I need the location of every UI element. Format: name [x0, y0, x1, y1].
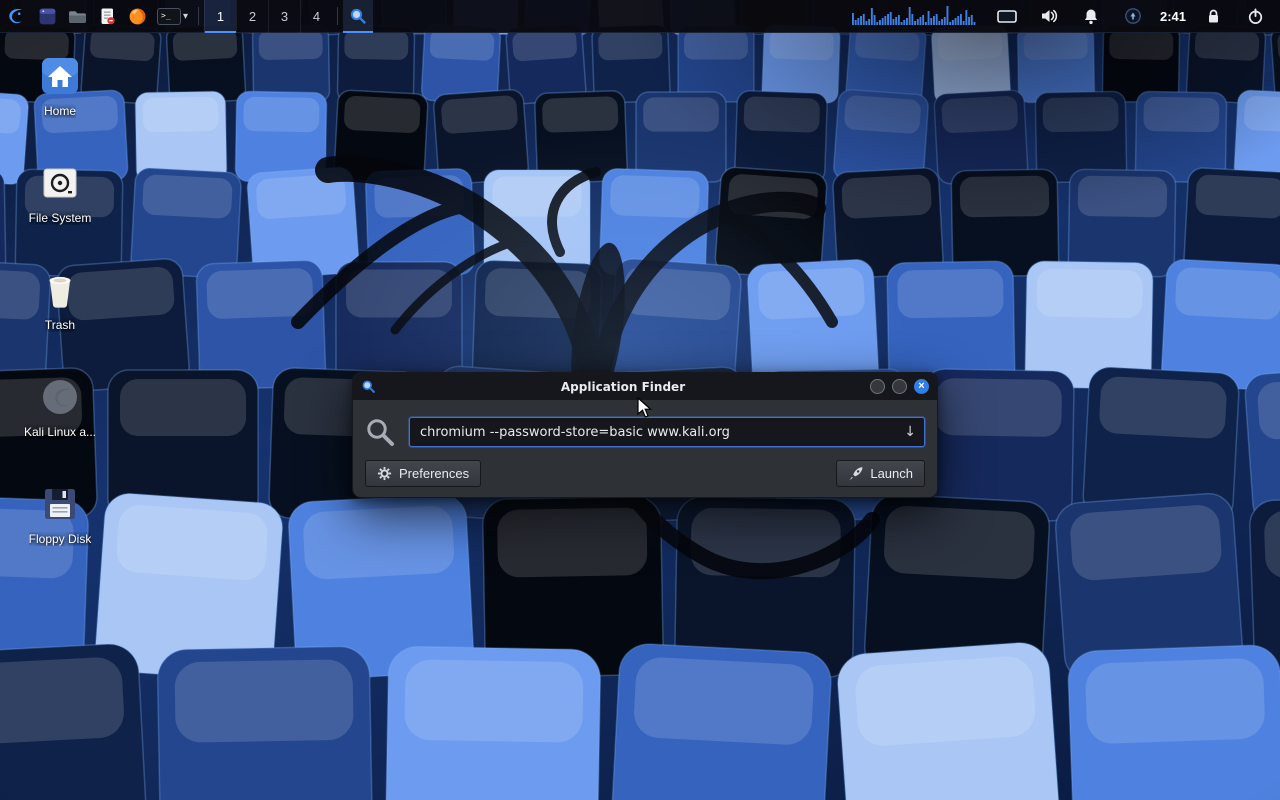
- close-button[interactable]: ×: [914, 379, 929, 394]
- minimize-button[interactable]: [870, 379, 885, 394]
- top-panel: >_ ▾ 1 2 3 4: [0, 0, 1280, 33]
- desktop-icon-trash[interactable]: Trash: [12, 269, 108, 332]
- kali-menu-button[interactable]: [0, 0, 32, 33]
- notifications-indicator[interactable]: [1076, 0, 1106, 33]
- workspace-2[interactable]: 2: [236, 0, 268, 33]
- panel-separator: [337, 7, 338, 25]
- terminal-prompt-glyph: >_: [161, 12, 171, 20]
- finder-titlebar[interactable]: Application Finder ×: [353, 373, 937, 400]
- desktop-icon-floppy-disk[interactable]: Floppy Disk: [12, 483, 108, 546]
- application-finder-window: Application Finder × ↓: [352, 372, 938, 498]
- folder-icon: [68, 8, 87, 25]
- preferences-label: Preferences: [399, 466, 469, 481]
- finder-task-icon: [349, 7, 367, 25]
- taskbar-application-finder[interactable]: [343, 0, 373, 33]
- panel-right: 2:41: [850, 0, 1280, 32]
- desktop-icon-home[interactable]: Home: [12, 55, 108, 118]
- finder-window-icon: [361, 379, 376, 394]
- desktop-icon-label: Trash: [45, 318, 75, 332]
- launcher-files[interactable]: [32, 0, 62, 33]
- finder-buttons: Preferences Launch: [365, 460, 925, 487]
- home-icon: [39, 55, 81, 97]
- finder-title: Application Finder: [382, 380, 864, 394]
- display-icon: [997, 9, 1017, 24]
- workspace-3[interactable]: 3: [268, 0, 300, 33]
- maximize-button[interactable]: [892, 379, 907, 394]
- desktop: >_ ▾ 1 2 3 4: [0, 0, 1280, 800]
- preferences-button[interactable]: Preferences: [365, 460, 481, 487]
- app-window-icon: [38, 7, 57, 26]
- launcher-terminal[interactable]: >_ ▾: [152, 0, 193, 33]
- workspace-1[interactable]: 1: [204, 0, 236, 33]
- logout-button[interactable]: [1240, 0, 1270, 33]
- network-indicator[interactable]: [1118, 0, 1148, 33]
- launcher-file-manager[interactable]: [62, 0, 92, 33]
- network-icon: [1124, 7, 1142, 25]
- lock-icon: [1206, 8, 1221, 25]
- panel-separator: [198, 7, 199, 25]
- bell-icon: [1083, 8, 1099, 25]
- kali-logo-icon: [5, 5, 27, 27]
- finder-body: ↓ Preferences: [353, 400, 937, 499]
- desktop-icon-label: Kali Linux a...: [24, 425, 96, 439]
- screen-lock-indicator[interactable]: [1198, 0, 1228, 33]
- desktop-icon-label: File System: [29, 211, 92, 225]
- command-input-wrap: ↓: [409, 417, 925, 447]
- workspace-4[interactable]: 4: [300, 0, 332, 33]
- gear-icon: [377, 466, 392, 481]
- chevron-down-icon[interactable]: ▾: [183, 11, 188, 22]
- firefox-icon: [128, 7, 147, 26]
- launcher-firefox[interactable]: [122, 0, 152, 33]
- kali-badge-icon: [39, 376, 81, 418]
- volume-indicator[interactable]: [1034, 0, 1064, 33]
- close-icon: ×: [918, 381, 924, 392]
- search-row: ↓: [365, 417, 925, 447]
- launch-icon: [848, 466, 863, 481]
- panel-left: >_ ▾ 1 2 3 4: [0, 0, 373, 32]
- speaker-icon: [1040, 8, 1058, 24]
- document-icon: [98, 7, 116, 26]
- terminal-icon: >_: [157, 8, 181, 25]
- desktop-icon-label: Home: [44, 104, 76, 118]
- display-indicator[interactable]: [992, 0, 1022, 33]
- launcher-text-editor[interactable]: [92, 0, 122, 33]
- launch-label: Launch: [870, 466, 913, 481]
- desktop-icon-file-system[interactable]: File System: [12, 162, 108, 225]
- command-input[interactable]: [409, 417, 925, 447]
- desktop-icon-label: Floppy Disk: [29, 532, 92, 546]
- floppy-icon: [39, 483, 81, 525]
- cpu-graph[interactable]: [850, 4, 980, 28]
- titlebar-buttons: ×: [870, 379, 929, 394]
- clock[interactable]: 2:41: [1160, 9, 1186, 24]
- launch-button[interactable]: Launch: [836, 460, 925, 487]
- desktop-icon-kali-linux[interactable]: Kali Linux a...: [12, 376, 108, 439]
- power-icon: [1247, 8, 1264, 25]
- trash-icon: [39, 269, 81, 311]
- search-icon: [365, 417, 395, 447]
- history-dropdown-arrow-icon[interactable]: ↓: [904, 424, 916, 440]
- drive-icon: [39, 162, 81, 204]
